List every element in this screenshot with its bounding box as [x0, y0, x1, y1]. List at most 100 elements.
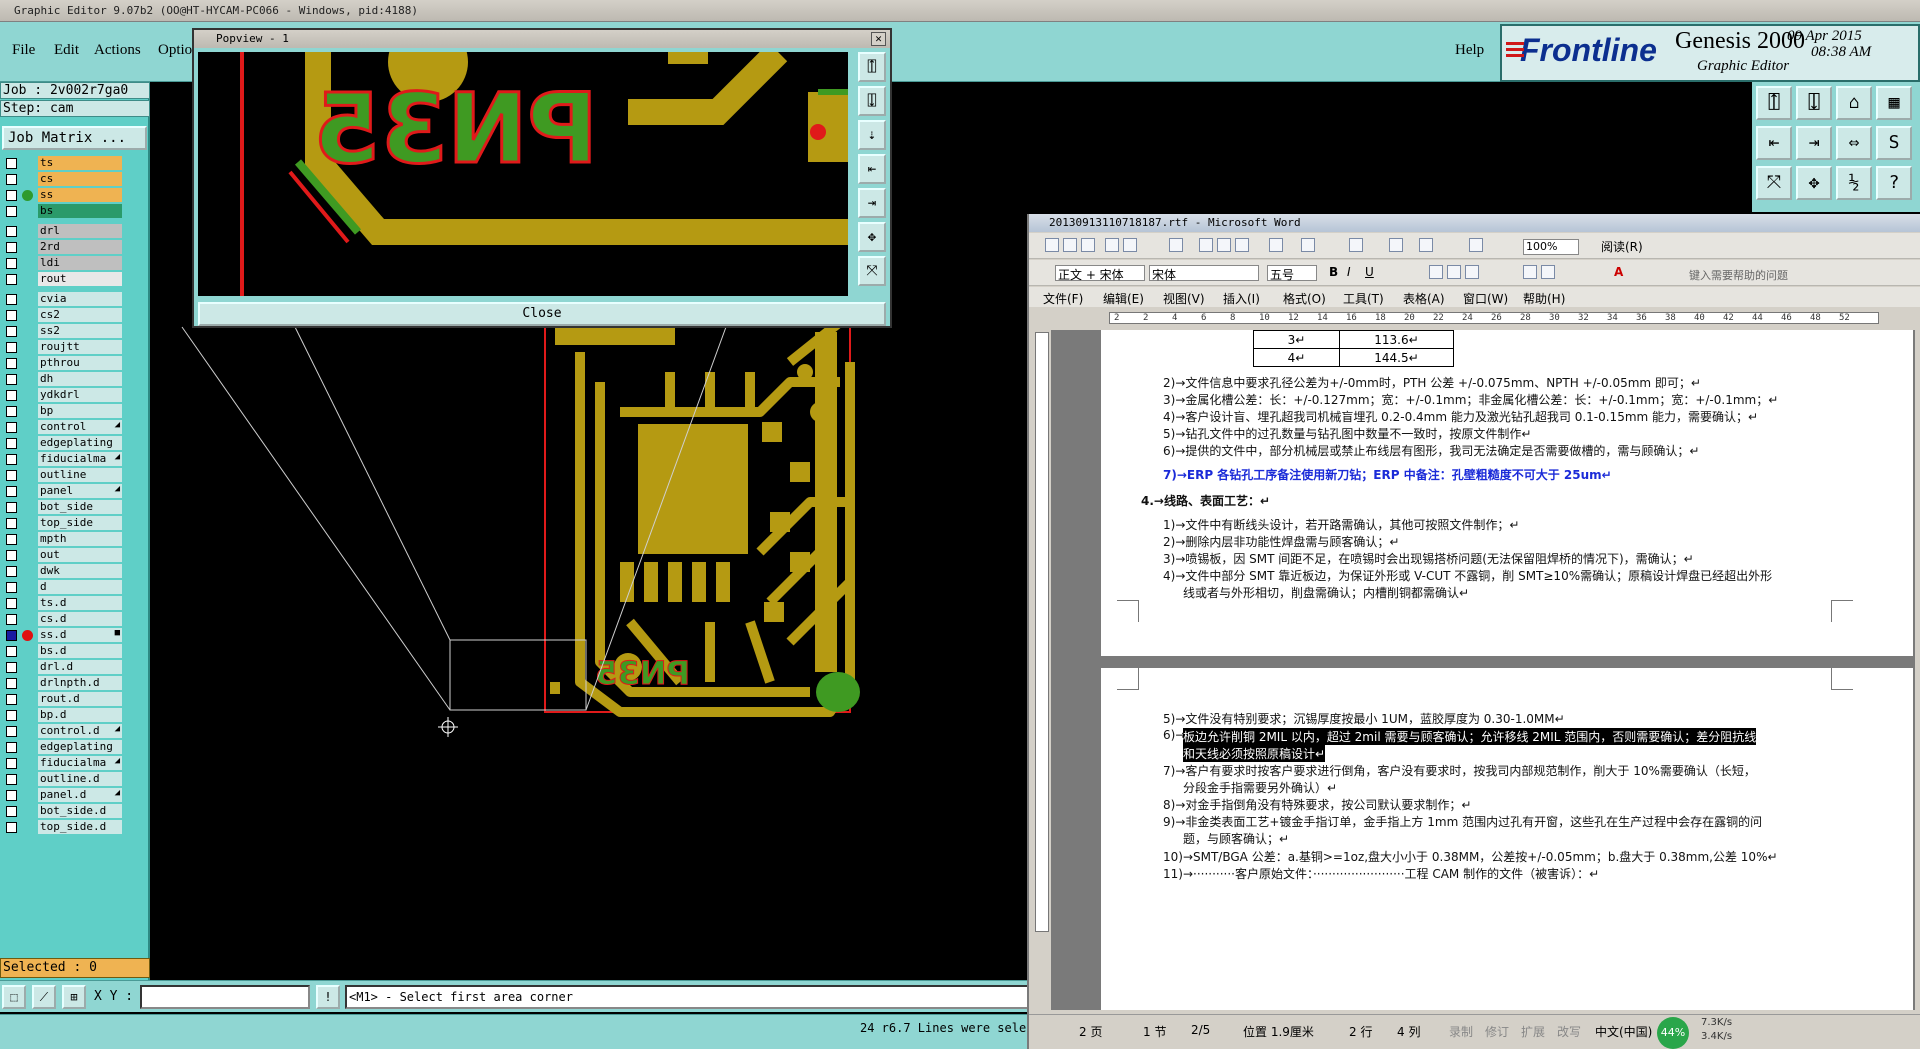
layer-row[interactable]: rout: [2, 271, 122, 287]
zoom-fit-icon[interactable]: ⤧: [1756, 166, 1792, 200]
layer-name[interactable]: d: [38, 580, 122, 594]
layer-row[interactable]: ts.d: [2, 595, 122, 611]
new-doc-icon[interactable]: [1045, 238, 1059, 252]
word-menu-item[interactable]: 插入(I): [1223, 290, 1260, 307]
copy-icon[interactable]: [1217, 238, 1231, 252]
layer-checkbox[interactable]: [6, 242, 17, 253]
layer-row[interactable]: bp: [2, 403, 122, 419]
word-menu-item[interactable]: 表格(A): [1403, 290, 1445, 307]
home-tool-icon[interactable]: ⌂: [1836, 86, 1872, 120]
status-ovr[interactable]: 改写: [1557, 1023, 1581, 1040]
save-doc-icon[interactable]: [1081, 238, 1095, 252]
popview-close-button[interactable]: Close: [198, 302, 886, 326]
layer-row[interactable]: fiducialma ◢: [2, 451, 122, 467]
move-left-icon[interactable]: ⇤: [1756, 126, 1792, 160]
popview-tool-6-icon[interactable]: ✥: [858, 222, 886, 252]
layer-name[interactable]: panel: [38, 484, 122, 498]
layer-name[interactable]: bp.d: [38, 708, 122, 722]
scale-icon[interactable]: ½: [1836, 166, 1872, 200]
layer-row[interactable]: top_side.d: [2, 819, 122, 835]
layer-row[interactable]: bot_side.d: [2, 803, 122, 819]
move-right-icon[interactable]: ⇥: [1796, 126, 1832, 160]
hyperlink-icon[interactable]: [1349, 238, 1363, 252]
layer-checkbox[interactable]: [6, 518, 17, 529]
status-ext[interactable]: 扩展: [1521, 1023, 1545, 1040]
layer-checkbox[interactable]: [6, 614, 17, 625]
layer-checkbox[interactable]: [6, 806, 17, 817]
layer-checkbox[interactable]: [6, 206, 17, 217]
layer-checkbox[interactable]: [6, 326, 17, 337]
layer-checkbox[interactable]: [6, 406, 17, 417]
layer-checkbox[interactable]: [6, 790, 17, 801]
layer-row[interactable]: control ◢: [2, 419, 122, 435]
layer-checkbox[interactable]: [6, 598, 17, 609]
layer-checkbox[interactable]: [6, 774, 17, 785]
layer-row[interactable]: ss.d ■: [2, 627, 122, 643]
align-center-icon[interactable]: [1447, 265, 1461, 279]
layer-checkbox[interactable]: [6, 470, 17, 481]
layer-name[interactable]: ss: [38, 188, 122, 202]
cut-icon[interactable]: [1199, 238, 1213, 252]
help-tool-icon[interactable]: ?: [1876, 166, 1912, 200]
layer-row[interactable]: panel.d ◢: [2, 787, 122, 803]
zoom-select[interactable]: 100%: [1523, 239, 1579, 255]
layer-row[interactable]: drl: [2, 223, 122, 239]
layer-name[interactable]: drlnpth.d: [38, 676, 122, 690]
show-marks-icon[interactable]: [1469, 238, 1483, 252]
layer-name[interactable]: 2rd: [38, 240, 122, 254]
layer-checkbox[interactable]: [6, 726, 17, 737]
align-left-icon[interactable]: [1429, 265, 1443, 279]
popview-tool-4-icon[interactable]: ⇤: [858, 154, 886, 184]
layer-checkbox[interactable]: [6, 678, 17, 689]
popview-canvas[interactable]: PN35: [198, 52, 848, 296]
layer-checkbox[interactable]: [6, 550, 17, 561]
measure-icon[interactable]: ⇔: [1836, 126, 1872, 160]
popview-tool-1-icon[interactable]: ⍐: [858, 52, 886, 82]
layer-name[interactable]: fiducialma: [38, 756, 122, 770]
layer-name[interactable]: dwk: [38, 564, 122, 578]
layer-row[interactable]: out: [2, 547, 122, 563]
layer-row[interactable]: top_side: [2, 515, 122, 531]
layer-name[interactable]: edgeplating: [38, 740, 122, 754]
layer-checkbox[interactable]: [6, 310, 17, 321]
layer-affected-dot[interactable]: [22, 190, 33, 201]
word-menu-item[interactable]: 窗口(W): [1463, 290, 1508, 307]
snap-tool-icon[interactable]: ⊞: [62, 985, 86, 1009]
layer-row[interactable]: mpth: [2, 531, 122, 547]
popview-tool-3-icon[interactable]: ⇣: [858, 120, 886, 150]
layer-name[interactable]: ldi: [38, 256, 122, 270]
layer-name[interactable]: rout.d: [38, 692, 122, 706]
draw-tool-icon[interactable]: ⟋: [32, 985, 56, 1009]
menu-actions[interactable]: Actions: [94, 42, 141, 59]
layer-checkbox[interactable]: [6, 294, 17, 305]
font-select[interactable]: 宋体: [1149, 265, 1259, 282]
save-tool-icon[interactable]: ⍐: [1756, 86, 1792, 120]
layer-row[interactable]: outline: [2, 467, 122, 483]
layer-name[interactable]: rout: [38, 272, 122, 286]
word-menu-item[interactable]: 帮助(H): [1523, 290, 1565, 307]
layer-row[interactable]: rout.d: [2, 691, 122, 707]
layer-name[interactable]: outline.d: [38, 772, 122, 786]
numbering-icon[interactable]: [1523, 265, 1537, 279]
layer-affected-dot[interactable]: [22, 630, 33, 641]
layer-row[interactable]: cvia: [2, 291, 122, 307]
layer-row[interactable]: ydkdrl: [2, 387, 122, 403]
layer-name[interactable]: bs: [38, 204, 122, 218]
layer-row[interactable]: ss: [2, 187, 122, 203]
underline-icon[interactable]: U: [1365, 265, 1374, 279]
layer-checkbox[interactable]: [6, 258, 17, 269]
layer-row[interactable]: ss2: [2, 323, 122, 339]
size-select[interactable]: 五号: [1267, 265, 1317, 282]
layer-row[interactable]: 2rd: [2, 239, 122, 255]
layer-name[interactable]: panel.d: [38, 788, 122, 802]
layer-row[interactable]: fiducialma ◢: [2, 755, 122, 771]
layer-row[interactable]: ldi: [2, 255, 122, 271]
layer-name[interactable]: out: [38, 548, 122, 562]
font-color-icon[interactable]: A: [1614, 265, 1623, 279]
layer-name[interactable]: cs2: [38, 308, 122, 322]
word-menu-item[interactable]: 格式(O): [1283, 290, 1326, 307]
layer-row[interactable]: roujtt: [2, 339, 122, 355]
layer-checkbox[interactable]: [6, 374, 17, 385]
italic-icon[interactable]: I: [1347, 265, 1351, 279]
layer-row[interactable]: d: [2, 579, 122, 595]
